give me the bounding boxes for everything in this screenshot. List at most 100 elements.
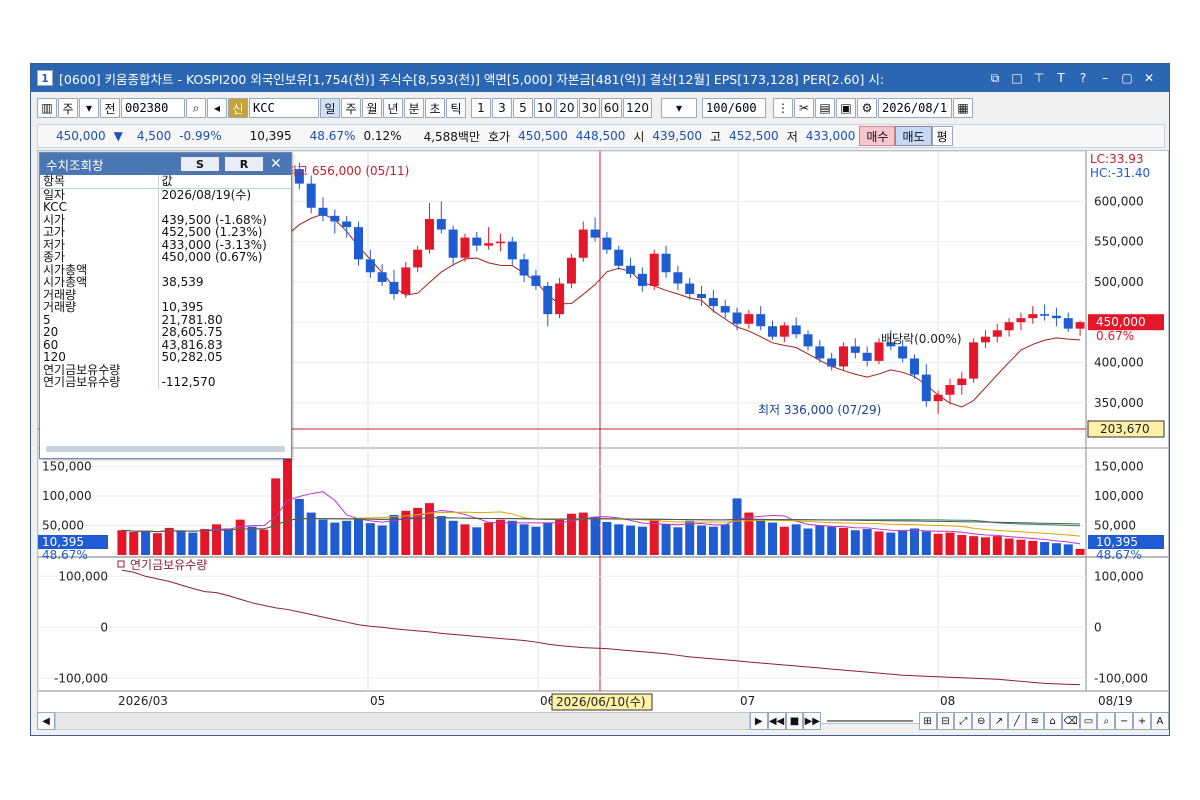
- volume-bar: [507, 520, 517, 555]
- period-year[interactable]: 년: [383, 98, 403, 118]
- screen-icon[interactable]: ▭: [1079, 712, 1098, 730]
- high-marker-label: 최고 656,000 (05/11): [286, 164, 409, 178]
- prev-button[interactable]: 전: [100, 98, 120, 118]
- buy-button[interactable]: 매수: [859, 126, 896, 146]
- type-select[interactable]: 주: [58, 98, 78, 118]
- fib-tool-icon[interactable]: ≋: [1025, 712, 1044, 730]
- candle-body: [602, 237, 612, 250]
- font-size-icon[interactable]: A: [1151, 712, 1169, 730]
- period-minute[interactable]: 분: [404, 98, 424, 118]
- volume-bar: [377, 525, 387, 555]
- candle-body: [909, 358, 919, 375]
- minute-30[interactable]: 30: [578, 98, 600, 118]
- pin-icon[interactable]: ⊤: [1031, 70, 1047, 86]
- cursor-icon[interactable]: ↗: [990, 712, 1008, 730]
- volume-bar: [555, 518, 565, 555]
- panel-scrollbar[interactable]: [46, 446, 285, 452]
- avg-button[interactable]: 평: [931, 126, 953, 146]
- speaker-icon[interactable]: ◂: [207, 98, 227, 118]
- minute-120[interactable]: 120: [623, 98, 653, 118]
- horizontal-scrollbar[interactable]: [54, 712, 750, 730]
- volume-bar: [318, 519, 328, 555]
- close-icon[interactable]: ✕: [270, 156, 282, 172]
- minute-5[interactable]: 5: [513, 98, 533, 118]
- sell-button[interactable]: 매도: [895, 126, 932, 146]
- candle-body: [543, 285, 553, 315]
- layout-split-icon[interactable]: ⊞: [918, 712, 937, 730]
- help-icon[interactable]: ?: [1075, 70, 1091, 86]
- speed-slider[interactable]: [827, 720, 913, 722]
- font-icon[interactable]: T: [1053, 70, 1069, 86]
- panel-row: 종가 450,000 (0.67%): [40, 251, 291, 264]
- zoom-fit-icon[interactable]: ⤢: [954, 712, 973, 730]
- candle-body: [637, 273, 647, 286]
- calendar-icon[interactable]: ▦: [953, 98, 974, 118]
- trade-amount: 4,588백만: [423, 129, 480, 144]
- candle-body: [519, 259, 529, 276]
- date-input[interactable]: [878, 98, 953, 118]
- minute-1[interactable]: 1: [471, 98, 491, 118]
- volume-bar: [117, 530, 127, 555]
- volume-bar: [708, 526, 718, 555]
- volume-bar: [779, 526, 789, 555]
- new-button[interactable]: 신: [228, 98, 248, 118]
- minimize-icon[interactable]: –: [1097, 70, 1113, 86]
- print-icon[interactable]: ▤: [815, 98, 836, 118]
- zoom-plus-icon[interactable]: +: [1133, 712, 1151, 730]
- minute-20[interactable]: 20: [556, 98, 578, 118]
- minute-60[interactable]: 60: [600, 98, 623, 118]
- r-button[interactable]: R: [224, 156, 264, 172]
- gear-icon[interactable]: ⚙: [857, 98, 878, 118]
- layout-icon[interactable]: ⊟: [936, 712, 955, 730]
- window-icon[interactable]: □: [1009, 70, 1025, 86]
- dividend-label: 배당락(0.00%): [881, 332, 962, 346]
- period-day[interactable]: 일: [320, 98, 340, 118]
- minute-3[interactable]: 3: [492, 98, 512, 118]
- period-week[interactable]: 주: [341, 98, 361, 118]
- indicator-icon[interactable]: ⋮: [773, 98, 794, 118]
- maximize-icon[interactable]: ▢: [1119, 70, 1135, 86]
- code-input[interactable]: [121, 98, 185, 118]
- volume-bar: [259, 529, 269, 555]
- panel-row-value: 452,500 (1.23%): [161, 225, 263, 239]
- candle-body: [708, 298, 718, 307]
- interval-dropdown[interactable]: ▾: [661, 98, 698, 118]
- eraser-icon[interactable]: ⌫: [1061, 712, 1080, 730]
- volume-bar: [247, 526, 257, 555]
- volume-bar: [673, 527, 683, 555]
- tool-icon[interactable]: ✂: [794, 98, 815, 118]
- candle-body: [945, 385, 955, 395]
- candle-body: [744, 314, 754, 324]
- save-icon[interactable]: ▣: [836, 98, 857, 118]
- play-icon[interactable]: ▶: [749, 712, 768, 730]
- s-button[interactable]: S: [180, 156, 220, 172]
- stop-icon[interactable]: ■: [785, 712, 804, 730]
- candle-body: [401, 267, 411, 294]
- minute-10[interactable]: 10: [534, 98, 556, 118]
- name-input[interactable]: [249, 98, 319, 118]
- search-icon[interactable]: ⌕: [1097, 712, 1116, 730]
- search-icon[interactable]: ⌕: [186, 98, 206, 118]
- last-price-tag: 450,000: [1096, 315, 1146, 329]
- period-tick[interactable]: 틱: [446, 98, 466, 118]
- window-number[interactable]: 1: [37, 70, 53, 86]
- x-tick-label: 2026/03: [118, 694, 168, 708]
- rewind-icon[interactable]: ◀◀: [767, 712, 786, 730]
- close-icon[interactable]: ✕: [1141, 70, 1157, 86]
- chevron-down-icon[interactable]: ▾: [79, 98, 99, 118]
- volume-bar: [815, 525, 825, 555]
- panel-row-label: 연기금보유수량: [40, 376, 159, 389]
- candle-body: [1075, 322, 1085, 329]
- scroll-left-icon[interactable]: ◀: [37, 712, 55, 730]
- zoom-out-icon[interactable]: ⊖: [972, 712, 991, 730]
- forward-icon[interactable]: ▶▶: [803, 712, 822, 730]
- period-second[interactable]: 초: [425, 98, 445, 118]
- period-month[interactable]: 월: [362, 98, 382, 118]
- pension-tick-label: 0: [1094, 620, 1102, 634]
- line-tool-icon[interactable]: ╱: [1008, 712, 1026, 730]
- layout-icon[interactable]: ⧉: [987, 70, 1003, 86]
- count-input[interactable]: [702, 98, 767, 118]
- chart-type-icon[interactable]: ▥: [37, 98, 57, 118]
- zoom-minus-icon[interactable]: −: [1115, 712, 1134, 730]
- tag-icon[interactable]: ⌂: [1043, 712, 1062, 730]
